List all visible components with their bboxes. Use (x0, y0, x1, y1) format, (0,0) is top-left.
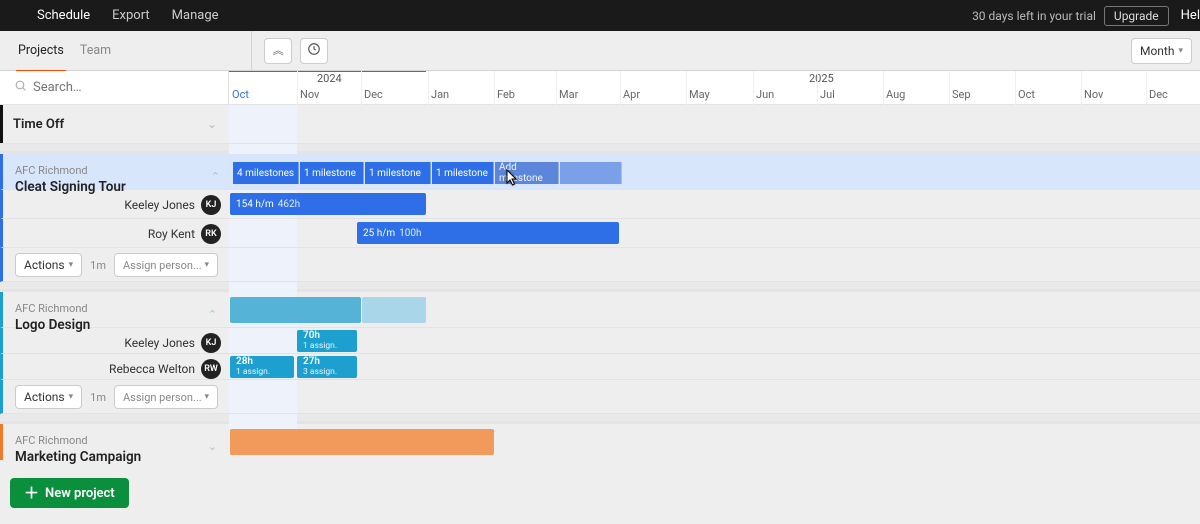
chevrons-up-icon: ︽ (273, 47, 284, 55)
search-input[interactable] (33, 80, 183, 95)
month-may-7[interactable]: May (689, 88, 710, 101)
logo-assign-select[interactable]: Assign person... (114, 385, 218, 409)
tab-team[interactable]: Team (72, 31, 119, 71)
project-cleat: AFC Richmond Cleat Signing Tour ⌃ 4 mile… (0, 151, 1200, 282)
project-logo-org: AFC Richmond (15, 302, 90, 315)
month-jan-3[interactable]: Jan (431, 88, 449, 101)
project-logo: AFC Richmond Logo Design ⌃ Keeley Jones … (0, 289, 1200, 414)
project-mkt-caret-icon[interactable]: ⌄ (208, 440, 217, 453)
logo-header-bar-1[interactable] (230, 297, 361, 323)
project-cleat-caret-icon[interactable]: ⌃ (211, 170, 220, 183)
chevron-down-icon (69, 260, 74, 270)
milestone-add[interactable]: Add milestone (495, 162, 559, 184)
month-dec-2[interactable]: Dec (364, 88, 383, 101)
cleat-kj-bar[interactable]: 154 h/m462h (230, 193, 426, 215)
project-marketing: AFC Richmond Marketing Campaign ⌄ (0, 421, 1200, 460)
milestone-mar[interactable] (560, 162, 622, 184)
month-jun-8[interactable]: Jun (756, 88, 774, 101)
cleat-rk-bar[interactable]: 25 h/m100h (357, 222, 619, 244)
clock-icon (307, 42, 321, 60)
sub-bar: Projects Team ︽ Month (0, 31, 1200, 71)
month-dec-14[interactable]: Dec (1149, 88, 1168, 101)
logo-header-bar-2[interactable] (362, 297, 426, 323)
timeoff-caret-icon[interactable]: ⌄ (207, 117, 217, 131)
project-mkt-org: AFC Richmond (15, 434, 141, 447)
project-cleat-org: AFC Richmond (15, 164, 126, 177)
logo-kj-bar[interactable]: 70h1 assign. (297, 330, 357, 352)
clock-button[interactable] (300, 38, 328, 64)
zoom-select[interactable]: Month (1131, 38, 1192, 64)
project-logo-caret-icon[interactable]: ⌃ (208, 308, 217, 321)
mkt-header-bar[interactable] (230, 429, 494, 455)
milestone-oct[interactable]: 4 milestones (233, 162, 299, 184)
logo-rw-name: Rebecca Welton (109, 362, 195, 376)
project-mkt-name[interactable]: Marketing Campaign (15, 449, 141, 465)
new-project-button[interactable]: ＋ New project (10, 478, 129, 508)
cleat-rk-avatar[interactable]: RK (201, 224, 221, 244)
logo-rw-avatar[interactable]: RW (201, 359, 221, 379)
tab-projects[interactable]: Projects (10, 31, 72, 71)
month-nov-13[interactable]: Nov (1084, 88, 1103, 101)
logo-kj-avatar[interactable]: KJ (201, 333, 221, 353)
cleat-mo: 1m (90, 259, 106, 272)
month-apr-6[interactable]: Apr (623, 88, 640, 101)
month-jul-9[interactable]: Jul (820, 88, 835, 101)
month-oct-12[interactable]: Oct (1018, 88, 1035, 101)
nav-schedule[interactable]: Schedule (26, 0, 101, 31)
search-row (0, 71, 228, 105)
timeline-header: 2024 2025 Oct Nov Dec Jan Feb Mar Apr May Jun Jul… (229, 71, 1200, 105)
month-nov-1[interactable]: Nov (300, 88, 319, 101)
cleat-assign-select[interactable]: Assign person... (114, 253, 218, 277)
chevron-down-icon (1178, 46, 1183, 56)
search-icon (14, 79, 27, 96)
collapse-all-button[interactable]: ︽ (264, 38, 292, 64)
nav-export[interactable]: Export (101, 0, 161, 31)
chevron-down-icon (204, 260, 209, 270)
milestone-dec[interactable]: 1 milestone (365, 162, 431, 184)
month-aug-10[interactable]: Aug (886, 88, 905, 101)
year-2025: 2025 (809, 72, 834, 85)
month-oct-0[interactable]: Oct (232, 88, 249, 101)
month-sep-11[interactable]: Sep (952, 88, 971, 101)
zoom-label: Month (1140, 44, 1174, 58)
logo-rw-bar-1[interactable]: 28h1 assign. (230, 356, 294, 378)
logo-actions-button[interactable]: Actions (15, 385, 82, 409)
upgrade-button[interactable]: Upgrade (1104, 6, 1169, 26)
milestone-jan[interactable]: 1 milestone (432, 162, 494, 184)
milestone-nov[interactable]: 1 milestone (300, 162, 364, 184)
logo-kj-name: Keeley Jones (124, 336, 195, 350)
top-bar: Schedule Export Manage 30 days left in y… (0, 0, 1200, 31)
logo-mo: 1m (90, 391, 106, 404)
month-feb-4[interactable]: Feb (497, 88, 515, 101)
month-mar-5[interactable]: Mar (559, 88, 578, 101)
cleat-kj-name: Keeley Jones (124, 198, 195, 212)
nav-manage[interactable]: Manage (161, 0, 230, 31)
chevron-down-icon (204, 392, 209, 402)
cleat-actions-button[interactable]: Actions (15, 253, 82, 277)
trial-text: 30 days left in your trial (972, 9, 1096, 23)
logo-rw-bar-2[interactable]: 27h3 assign. (297, 356, 357, 378)
chevron-down-icon (69, 392, 74, 402)
timeoff-title: Time Off (13, 117, 64, 132)
cleat-kj-avatar[interactable]: KJ (201, 195, 221, 215)
cleat-rk-name: Roy Kent (148, 227, 195, 241)
year-2024: 2024 (317, 72, 342, 85)
help-link[interactable]: Hel (1181, 8, 1200, 23)
